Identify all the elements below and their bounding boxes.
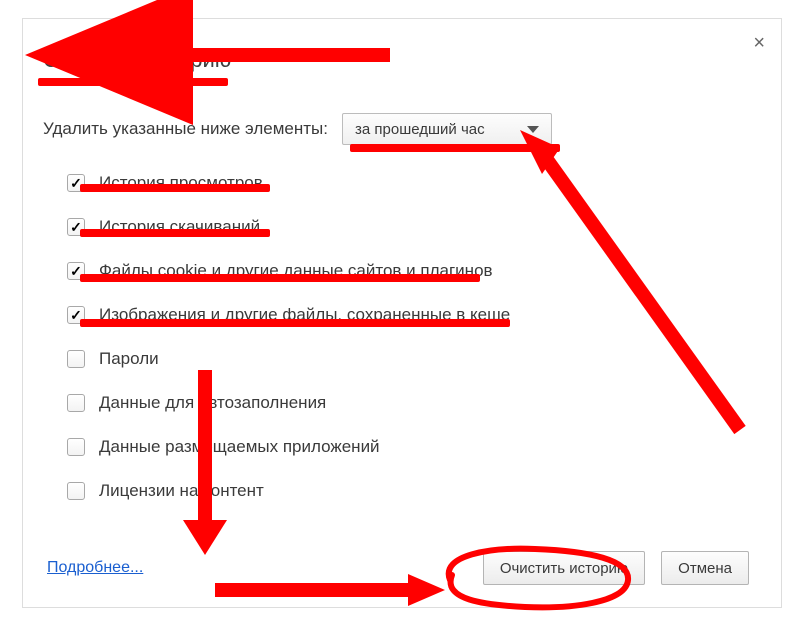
dialog-title: Очистить историю <box>43 47 749 73</box>
option-licenses: Лицензии на контент <box>67 481 749 501</box>
cancel-button[interactable]: Отмена <box>661 551 749 585</box>
option-label: Пароли <box>99 349 159 369</box>
checkbox-autofill[interactable] <box>67 394 85 412</box>
checkbox-licenses[interactable] <box>67 482 85 500</box>
options-list: История просмотров История скачиваний Фа… <box>67 173 749 501</box>
clear-history-dialog: × Очистить историю Удалить указанные ниж… <box>22 18 782 608</box>
dialog-footer: Подробнее... Очистить историю Отмена <box>43 551 749 585</box>
checkbox-hosted-apps[interactable] <box>67 438 85 456</box>
option-label: Данные размещаемых приложений <box>99 437 380 457</box>
checkbox-passwords[interactable] <box>67 350 85 368</box>
delete-elements-label: Удалить указанные ниже элементы: <box>43 119 328 139</box>
option-label: История просмотров <box>99 173 263 193</box>
option-download-history: История скачиваний <box>67 217 749 237</box>
option-cached-images: Изображения и другие файлы, сохраненные … <box>67 305 749 325</box>
option-passwords: Пароли <box>67 349 749 369</box>
option-label: История скачиваний <box>99 217 260 237</box>
option-label: Данные для автозаполнения <box>99 393 326 413</box>
close-icon[interactable]: × <box>753 33 765 53</box>
checkbox-cached-images[interactable] <box>67 306 85 324</box>
option-cookies: Файлы cookie и другие данные сайтов и пл… <box>67 261 749 281</box>
checkbox-cookies[interactable] <box>67 262 85 280</box>
checkbox-download-history[interactable] <box>67 218 85 236</box>
option-label: Файлы cookie и другие данные сайтов и пл… <box>99 261 493 281</box>
option-autofill: Данные для автозаполнения <box>67 393 749 413</box>
option-browsing-history: История просмотров <box>67 173 749 193</box>
checkbox-browsing-history[interactable] <box>67 174 85 192</box>
timerange-row: Удалить указанные ниже элементы: за прош… <box>43 113 749 145</box>
clear-history-button[interactable]: Очистить историю <box>483 551 645 585</box>
option-label: Изображения и другие файлы, сохраненные … <box>99 305 510 325</box>
more-info-link[interactable]: Подробнее... <box>47 559 143 577</box>
button-row: Очистить историю Отмена <box>483 551 749 585</box>
timerange-value: за прошедший час <box>355 121 485 138</box>
option-label: Лицензии на контент <box>99 481 264 501</box>
chevron-down-icon <box>527 126 539 133</box>
option-hosted-apps: Данные размещаемых приложений <box>67 437 749 457</box>
timerange-dropdown[interactable]: за прошедший час <box>342 113 552 145</box>
